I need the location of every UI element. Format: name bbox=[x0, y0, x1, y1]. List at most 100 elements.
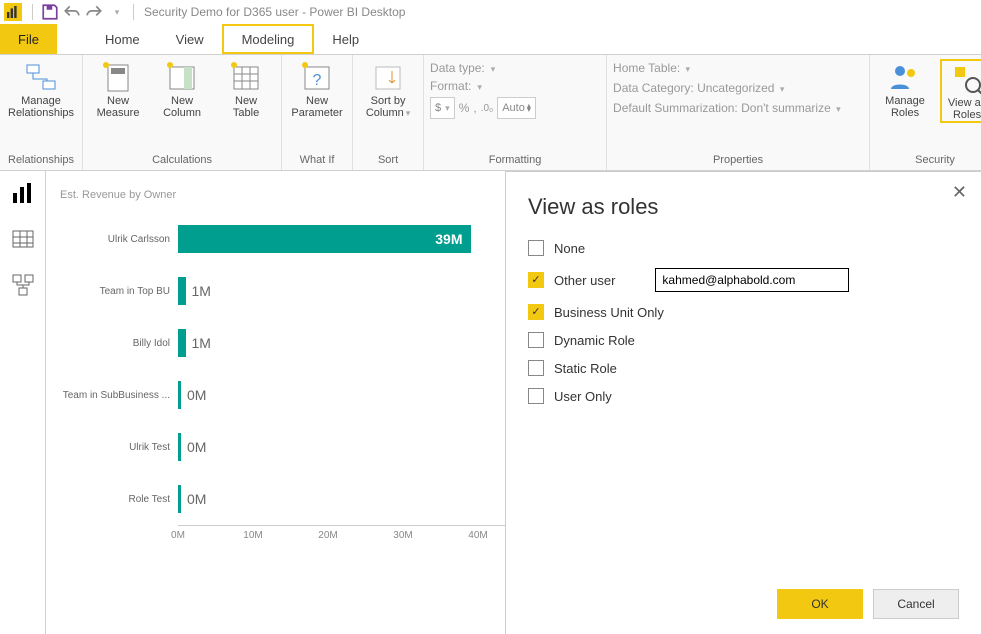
menu-home[interactable]: Home bbox=[87, 24, 158, 54]
report-view-icon[interactable] bbox=[11, 181, 35, 205]
role-row: Dynamic Role bbox=[528, 332, 959, 348]
model-view-icon[interactable] bbox=[11, 273, 35, 297]
data-type-dropdown[interactable] bbox=[489, 61, 496, 75]
chart-category-label: Team in Top BU bbox=[60, 286, 178, 297]
main-area: Est. Revenue by Owner Ulrik Carlsson39MT… bbox=[0, 171, 981, 634]
view-as-roles-dialog: ✕ View as roles None Other user Business U… bbox=[505, 171, 981, 634]
home-table-label[interactable]: Home Table: bbox=[613, 61, 680, 75]
app-icon bbox=[4, 3, 22, 21]
decimals-button[interactable]: .0₀ bbox=[481, 103, 494, 114]
sort-icon bbox=[372, 61, 404, 93]
group-label-relationships: Relationships bbox=[6, 152, 76, 170]
new-parameter-button[interactable]: ?New Parameter bbox=[288, 59, 346, 119]
role-label: Dynamic Role bbox=[554, 333, 635, 348]
sort-by-column-button[interactable]: Sort by Column bbox=[359, 59, 417, 119]
column-icon bbox=[166, 61, 198, 93]
group-label-whatif: What If bbox=[288, 152, 346, 170]
format-dropdown[interactable] bbox=[475, 79, 482, 93]
group-label-calculations: Calculations bbox=[89, 152, 275, 170]
role-label: None bbox=[554, 241, 585, 256]
close-icon[interactable]: ✕ bbox=[952, 182, 967, 203]
data-type-label: Data type: bbox=[430, 61, 485, 75]
role-checkbox[interactable] bbox=[528, 304, 544, 320]
redo-icon[interactable] bbox=[85, 3, 103, 21]
chart-category-label: Billy Idol bbox=[60, 338, 178, 349]
chart-bar[interactable]: 0M bbox=[178, 381, 181, 409]
percent-button[interactable]: % bbox=[459, 101, 470, 115]
chart-category-label: Ulrik Test bbox=[60, 442, 178, 453]
dialog-title: View as roles bbox=[528, 194, 959, 220]
chart-bar[interactable]: 0M bbox=[178, 433, 181, 461]
chart-value: 0M bbox=[187, 491, 206, 507]
comma-button[interactable]: , bbox=[473, 101, 476, 115]
ribbon-group-calculations: New Measure New Column New Table Calcula… bbox=[83, 55, 282, 170]
chart-value: 0M bbox=[187, 387, 206, 403]
table-icon bbox=[230, 61, 262, 93]
role-checkbox[interactable] bbox=[528, 360, 544, 376]
chart-value: 39M bbox=[435, 231, 462, 247]
menu-modeling[interactable]: Modeling bbox=[222, 24, 315, 54]
qat-dropdown-icon[interactable] bbox=[107, 3, 125, 21]
relationships-icon bbox=[25, 61, 57, 93]
auto-dropdown[interactable]: Auto▴▾ bbox=[497, 97, 536, 119]
save-icon[interactable] bbox=[41, 3, 59, 21]
ribbon: Manage Relationships Relationships New M… bbox=[0, 55, 981, 171]
default-summarization-label[interactable]: Default Summarization: Don't summarize bbox=[613, 101, 831, 115]
menu-help[interactable]: Help bbox=[314, 24, 377, 54]
chart-bar[interactable]: 0M bbox=[178, 485, 181, 513]
manage-roles-button[interactable]: Manage Roles bbox=[876, 59, 934, 119]
ok-button[interactable]: OK bbox=[777, 589, 863, 619]
roles-list: None Other user Business Unit Only Dynamic … bbox=[528, 240, 959, 404]
people-icon bbox=[889, 61, 921, 93]
chart-category-label: Ulrik Carlsson bbox=[60, 234, 178, 245]
group-label-sort: Sort bbox=[359, 152, 417, 170]
role-row: None bbox=[528, 240, 959, 256]
new-table-button[interactable]: New Table bbox=[217, 59, 275, 119]
ribbon-group-security: Manage Roles View as Roles Security bbox=[870, 55, 981, 170]
cancel-button[interactable]: Cancel bbox=[873, 589, 959, 619]
group-label-formatting: Formatting bbox=[430, 152, 600, 170]
undo-icon[interactable] bbox=[63, 3, 81, 21]
view-as-roles-button[interactable]: View as Roles bbox=[940, 59, 981, 123]
role-label: User Only bbox=[554, 389, 612, 404]
axis-tick: 10M bbox=[243, 530, 262, 541]
menu-file[interactable]: File bbox=[0, 24, 57, 54]
new-column-button[interactable]: New Column bbox=[153, 59, 211, 119]
separator bbox=[133, 4, 134, 20]
chart-bar[interactable]: 1M bbox=[178, 277, 186, 305]
menu-view[interactable]: View bbox=[158, 24, 222, 54]
format-label: Format: bbox=[430, 79, 471, 93]
axis-tick: 0M bbox=[171, 530, 185, 541]
group-label-properties: Properties bbox=[613, 152, 863, 170]
svg-text:?: ? bbox=[313, 72, 322, 89]
other-user-input[interactable] bbox=[655, 268, 849, 292]
role-row: Business Unit Only bbox=[528, 304, 959, 320]
chart-bar[interactable]: 1M bbox=[178, 329, 186, 357]
canvas-wrap: Est. Revenue by Owner Ulrik Carlsson39MT… bbox=[46, 171, 981, 634]
ribbon-group-properties: Home Table: Data Category: Uncategorized… bbox=[607, 55, 870, 170]
role-checkbox[interactable] bbox=[528, 240, 544, 256]
chart-category-label: Team in SubBusiness ... bbox=[60, 390, 178, 401]
role-checkbox[interactable] bbox=[528, 332, 544, 348]
data-view-icon[interactable] bbox=[11, 227, 35, 251]
ribbon-group-formatting: Data type: Format: $ % , .0₀ Auto▴▾ Form… bbox=[424, 55, 607, 170]
chart-bar[interactable]: 39M bbox=[178, 225, 471, 253]
ribbon-group-sort: Sort by Column Sort bbox=[353, 55, 424, 170]
role-checkbox[interactable] bbox=[528, 272, 544, 288]
axis-tick: 30M bbox=[393, 530, 412, 541]
currency-dropdown[interactable]: $ bbox=[430, 97, 455, 119]
axis-tick: 20M bbox=[318, 530, 337, 541]
role-row: Other user bbox=[528, 268, 959, 292]
role-label: Static Role bbox=[554, 361, 617, 376]
new-measure-button[interactable]: New Measure bbox=[89, 59, 147, 119]
chart-category-label: Role Test bbox=[60, 494, 178, 505]
left-rail bbox=[0, 171, 46, 634]
role-label: Business Unit Only bbox=[554, 305, 664, 320]
role-checkbox[interactable] bbox=[528, 388, 544, 404]
manage-relationships-button[interactable]: Manage Relationships bbox=[6, 59, 76, 119]
ribbon-group-whatif: ?New Parameter What If bbox=[282, 55, 353, 170]
menu-bar: File Home View Modeling Help bbox=[0, 24, 981, 55]
role-label: Other user bbox=[554, 273, 615, 288]
data-category-label[interactable]: Data Category: Uncategorized bbox=[613, 81, 774, 95]
chart-value: 1M bbox=[192, 335, 211, 351]
